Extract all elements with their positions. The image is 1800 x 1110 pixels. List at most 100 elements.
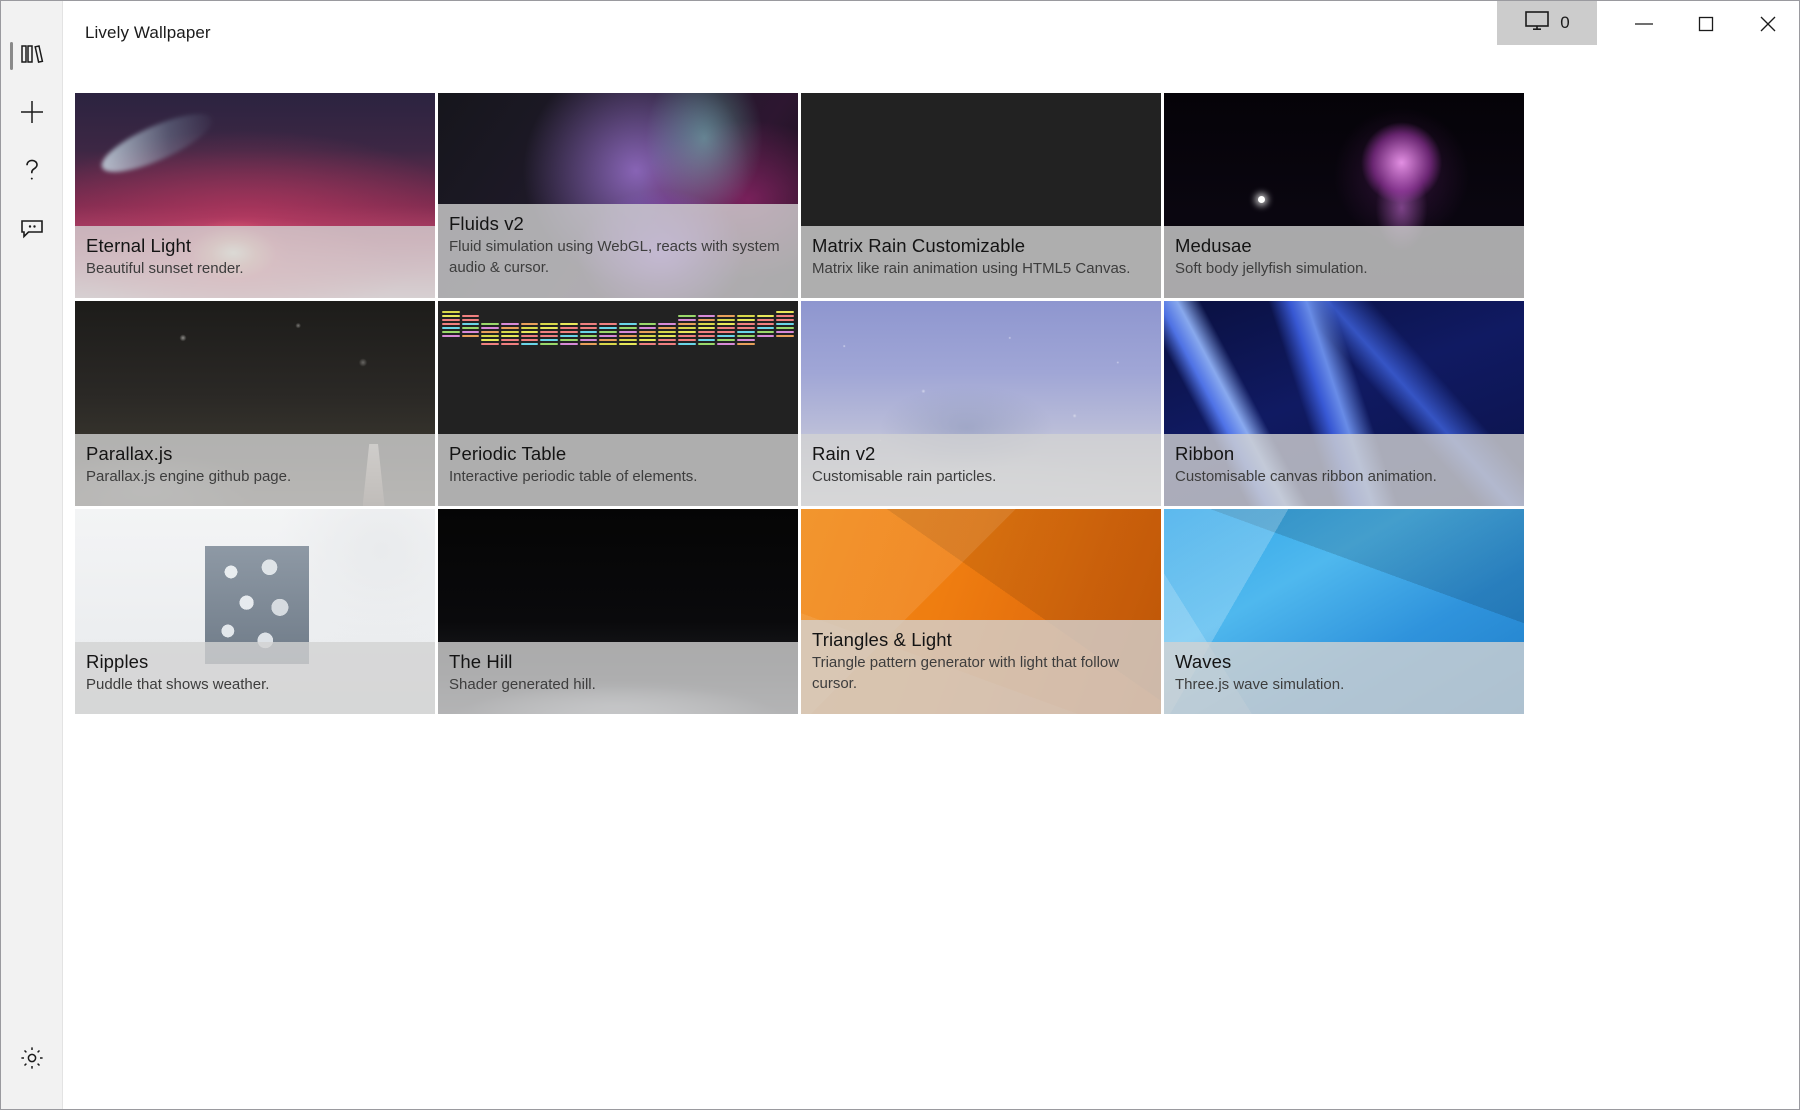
periodic-element-tile (500, 323, 519, 325)
wallpaper-caption: Triangles & Light Triangle pattern genera… (801, 620, 1161, 714)
question-mark-icon (19, 156, 45, 189)
periodic-element-tile (618, 339, 637, 341)
wallpaper-title: Eternal Light (86, 235, 192, 256)
sidebar-item-add-wallpaper[interactable] (1, 85, 63, 143)
wallpaper-description: Interactive periodic table of elements. (449, 468, 698, 486)
wallpaper-caption: Ribbon Customisable canvas ribbon animati… (1164, 434, 1524, 506)
sidebar-item-settings[interactable] (1, 1031, 63, 1089)
sidebar-item-library[interactable] (1, 27, 63, 85)
periodic-element-tile (481, 343, 499, 345)
periodic-element-tile (579, 343, 598, 345)
wallpaper-card[interactable]: Parallax.js Parallax.js engine github pag… (75, 301, 435, 506)
wallpaper-caption: Ripples Puddle that shows weather. (75, 642, 435, 714)
periodic-element-tile (717, 319, 735, 321)
periodic-element-tile (442, 331, 460, 333)
periodic-element-tile (481, 327, 499, 329)
periodic-element-tile (717, 323, 735, 325)
gear-icon (18, 1044, 46, 1077)
wallpaper-description: Parallax.js engine github page. (86, 468, 292, 486)
periodic-element-tile (677, 339, 696, 341)
wallpaper-card[interactable]: Ribbon Customisable canvas ribbon animati… (1164, 301, 1524, 506)
periodic-element-tile (717, 343, 735, 345)
title-bar-controls: 0 (1497, 1, 1799, 47)
wallpaper-card[interactable]: Fluids v2 Fluid simulation using WebGL, r… (438, 93, 798, 298)
wallpaper-card[interactable]: Eternal Light Beautiful sunset render. (75, 93, 435, 298)
periodic-element-tile (776, 315, 794, 317)
wallpaper-title: Fluids v2 (449, 213, 524, 234)
library-books-icon (19, 42, 45, 71)
periodic-element-tile (697, 323, 716, 325)
wallpaper-description: Customisable canvas ribbon animation. (1175, 468, 1437, 486)
periodic-element-tile (559, 323, 578, 325)
periodic-element-tile (618, 335, 637, 337)
periodic-element-tile (500, 339, 519, 341)
periodic-element-tile (776, 335, 794, 337)
periodic-element-tile (677, 327, 696, 329)
periodic-element-tile (461, 327, 480, 329)
wallpaper-description: Triangle pattern generator with light th… (812, 654, 1120, 693)
minimize-button[interactable] (1613, 1, 1675, 47)
periodic-element-tile (579, 339, 598, 341)
screen-count-value: 0 (1560, 13, 1570, 32)
periodic-element-tile (677, 343, 696, 345)
periodic-element-tile (776, 331, 794, 333)
periodic-element-tile (736, 343, 755, 345)
periodic-element-tile (442, 311, 460, 313)
wallpaper-card[interactable]: Medusae Soft body jellyfish simulation. (1164, 93, 1524, 298)
wallpaper-caption: Medusae Soft body jellyfish simulation. (1164, 226, 1524, 298)
periodic-element-tile (717, 339, 735, 341)
periodic-element-tile (638, 327, 657, 329)
periodic-element-tile (658, 331, 676, 333)
sidebar-rail (1, 1, 63, 1109)
app-title: Lively Wallpaper (85, 23, 211, 42)
wallpaper-card[interactable]: Triangles & Light Triangle pattern genera… (801, 509, 1161, 714)
periodic-element-tile (520, 335, 539, 337)
periodic-element-tile (776, 319, 794, 321)
wallpaper-card[interactable]: Periodic Table Interactive periodic table… (438, 301, 798, 506)
wallpaper-description: Fluid simulation using WebGL, reacts wit… (449, 238, 780, 277)
periodic-element-tile (717, 315, 735, 317)
periodic-element-tile (736, 331, 755, 333)
periodic-element-tile (559, 335, 578, 337)
periodic-element-tile (500, 331, 519, 333)
periodic-element-tile (599, 339, 617, 341)
periodic-element-tile (579, 323, 598, 325)
periodic-element-tile (599, 335, 617, 337)
wallpaper-caption: Parallax.js Parallax.js engine github pag… (75, 434, 435, 506)
periodic-element-tile (697, 335, 716, 337)
library-scroll-area[interactable]: Eternal Light Beautiful sunset render. Flu… (63, 57, 1799, 1109)
periodic-element-tile (520, 343, 539, 345)
wallpaper-card[interactable]: Waves Three.js wave simulation. (1164, 509, 1524, 714)
periodic-element-tile (697, 319, 716, 321)
sidebar-item-feedback[interactable] (1, 201, 63, 259)
wallpaper-title: Parallax.js (86, 443, 173, 464)
periodic-element-tile (481, 339, 499, 341)
wallpaper-card[interactable]: Rain v2 Customisable rain particles. (801, 301, 1161, 506)
periodic-element-tile (540, 343, 558, 345)
periodic-element-tile (579, 335, 598, 337)
screen-count-button[interactable]: 0 (1497, 1, 1597, 45)
plus-icon (18, 98, 46, 131)
periodic-element-tile (520, 331, 539, 333)
wallpaper-description: Shader generated hill. (449, 676, 596, 694)
periodic-element-tile (658, 323, 676, 325)
periodic-element-tile (697, 327, 716, 329)
periodic-element-tile (540, 331, 558, 333)
wallpaper-card[interactable]: The Hill Shader generated hill. (438, 509, 798, 714)
periodic-element-tile (756, 327, 775, 329)
feedback-chat-icon (18, 216, 46, 245)
wallpaper-card[interactable]: Matrix Rain Customizable Matrix like rain… (801, 93, 1161, 298)
wallpaper-description: Puddle that shows weather. (86, 676, 270, 694)
close-button[interactable] (1737, 1, 1799, 47)
periodic-element-tile (442, 327, 460, 329)
periodic-element-tile (442, 323, 460, 325)
periodic-element-tile (697, 343, 716, 345)
periodic-element-tile (461, 315, 480, 317)
periodic-element-tile (677, 315, 696, 317)
wallpaper-card[interactable]: Ripples Puddle that shows weather. (75, 509, 435, 714)
sidebar-item-help[interactable] (1, 143, 63, 201)
periodic-element-tile (442, 335, 460, 337)
lively-wallpaper-window: Lively Wallpaper 0 Eternal Light Beautif… (0, 0, 1800, 1110)
maximize-button[interactable] (1675, 1, 1737, 47)
periodic-element-tile (481, 331, 499, 333)
